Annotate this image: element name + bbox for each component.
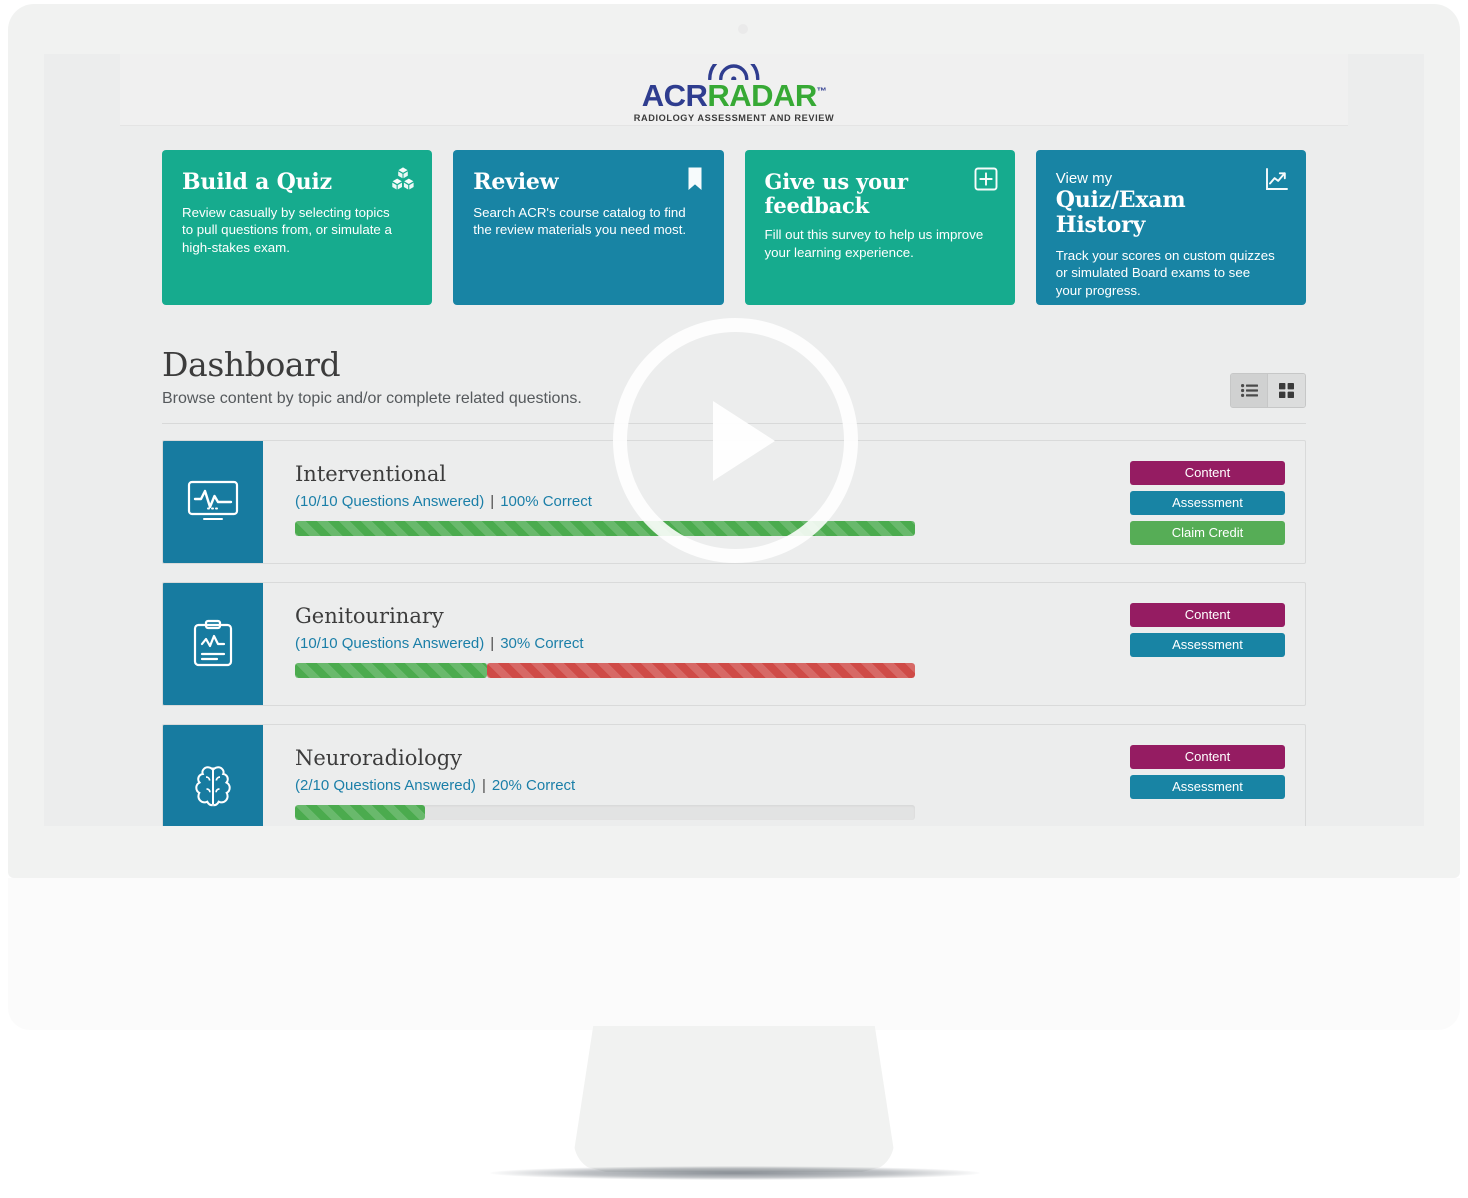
- logo-radar-text: RADAR: [707, 78, 817, 113]
- monitor-stand: [574, 1026, 894, 1172]
- tile-review[interactable]: Review Search ACR's course catalog to fi…: [453, 150, 724, 305]
- stat-separator: |: [490, 493, 495, 511]
- stat-separator: |: [481, 777, 486, 795]
- webcam-icon: [738, 24, 748, 34]
- assessment-button[interactable]: Assessment: [1130, 632, 1285, 657]
- screenshot-stage: ACRRADAR™ Radiology Assessment and Revie…: [0, 0, 1468, 1198]
- site-header: ACRRADAR™ Radiology Assessment and Revie…: [120, 54, 1348, 126]
- questions-answered: (10/10 Questions Answered): [295, 493, 485, 511]
- content-button[interactable]: Content: [1130, 744, 1285, 769]
- topic-name: Neuroradiology: [295, 745, 463, 770]
- logo-tagline: Radiology Assessment and Review: [633, 113, 835, 123]
- topic-actions: Content Assessment: [1130, 725, 1305, 826]
- clipboard-chart-icon: [186, 617, 240, 671]
- topic-actions: Content Assessment Claim Credit: [1130, 441, 1305, 563]
- logo-trademark: ™: [816, 86, 827, 98]
- progress-bar: [295, 663, 915, 679]
- topic-details: Genitourinary (10/10 Questions Answered)…: [263, 583, 1130, 705]
- plus-square-icon: [973, 166, 999, 192]
- tile-description: Review casually by selecting topics to p…: [182, 204, 392, 255]
- assessment-button[interactable]: Assessment: [1130, 490, 1285, 515]
- monitor-chin: [8, 878, 1460, 1030]
- topic-actions: Content Assessment: [1130, 583, 1305, 705]
- view-toggle-grid-button[interactable]: [1268, 374, 1305, 407]
- stat-separator: |: [490, 635, 495, 653]
- monitor-ekg-icon: [186, 475, 240, 529]
- tile-build-a-quiz[interactable]: Build a Quiz Review casually by selectin…: [162, 150, 433, 305]
- radar-arcs-icon: [634, 64, 835, 80]
- content-button[interactable]: Content: [1130, 602, 1285, 627]
- questions-answered: (2/10 Questions Answered): [295, 777, 476, 795]
- tile-eyebrow: View my: [1055, 170, 1113, 187]
- play-icon: [712, 400, 775, 481]
- tile-description: Fill out this survey to help us improve …: [764, 227, 984, 260]
- topic-stats: (10/10 Questions Answered) | 30% Correct: [295, 635, 1130, 652]
- claim-credit-button[interactable]: Claim Credit: [1130, 520, 1285, 545]
- topic-stats: (2/10 Questions Answered) | 20% Correct: [295, 777, 1130, 794]
- percent-correct: 100% Correct: [500, 493, 592, 511]
- table-row[interactable]: Neuroradiology (2/10 Questions Answered)…: [162, 723, 1306, 826]
- tile-title: Review: [473, 169, 559, 195]
- tile-give-us-your-feedback[interactable]: Give us your feedback Fill out this surv…: [744, 150, 1015, 305]
- content-button[interactable]: Content: [1130, 460, 1285, 485]
- play-video-button[interactable]: [613, 318, 858, 563]
- view-mode-toggle: [1230, 373, 1306, 408]
- topic-icon-container: [163, 724, 263, 826]
- topic-icon-container: [163, 582, 263, 705]
- view-toggle-list-button[interactable]: [1231, 374, 1268, 407]
- list-icon: [1240, 384, 1258, 397]
- chart-trend-icon: [1264, 166, 1290, 192]
- progress-correct-segment: [295, 805, 426, 821]
- tile-title: Quiz/Exam History: [1055, 187, 1186, 238]
- blocks-icon: [390, 166, 416, 192]
- topic-icon-container: [163, 440, 263, 563]
- monitor-shadow: [490, 1166, 980, 1180]
- tile-description: Search ACR's course catalog to find the …: [473, 204, 687, 238]
- questions-answered: (10/10 Questions Answered): [295, 635, 485, 653]
- tile-quiz-exam-history[interactable]: View my Quiz/Exam History Track your sco…: [1035, 150, 1306, 305]
- progress-correct-segment: [295, 663, 488, 679]
- percent-correct: 30% Correct: [500, 635, 584, 653]
- brain-icon: [186, 759, 240, 813]
- table-row[interactable]: Genitourinary (10/10 Questions Answered)…: [162, 581, 1306, 706]
- topic-details: Neuroradiology (2/10 Questions Answered)…: [263, 725, 1130, 826]
- percent-correct: 20% Correct: [491, 777, 576, 795]
- topic-name: Genitourinary: [295, 603, 444, 628]
- logo-acr-text: ACR: [641, 78, 708, 113]
- progress-bar: [295, 805, 915, 821]
- grid-icon: [1279, 383, 1294, 398]
- progress-incorrect-segment: [487, 663, 915, 679]
- tile-title: Build a Quiz: [182, 169, 332, 195]
- bookmark-icon: [682, 166, 708, 192]
- tile-description: Track your scores on custom quizzes or s…: [1055, 247, 1275, 298]
- quick-action-tiles: Build a Quiz Review casually by selectin…: [120, 126, 1348, 305]
- tile-title: Give us your feedback: [764, 169, 909, 218]
- acr-radar-logo[interactable]: ACRRADAR™ Radiology Assessment and Revie…: [634, 64, 835, 123]
- assessment-button[interactable]: Assessment: [1130, 774, 1285, 799]
